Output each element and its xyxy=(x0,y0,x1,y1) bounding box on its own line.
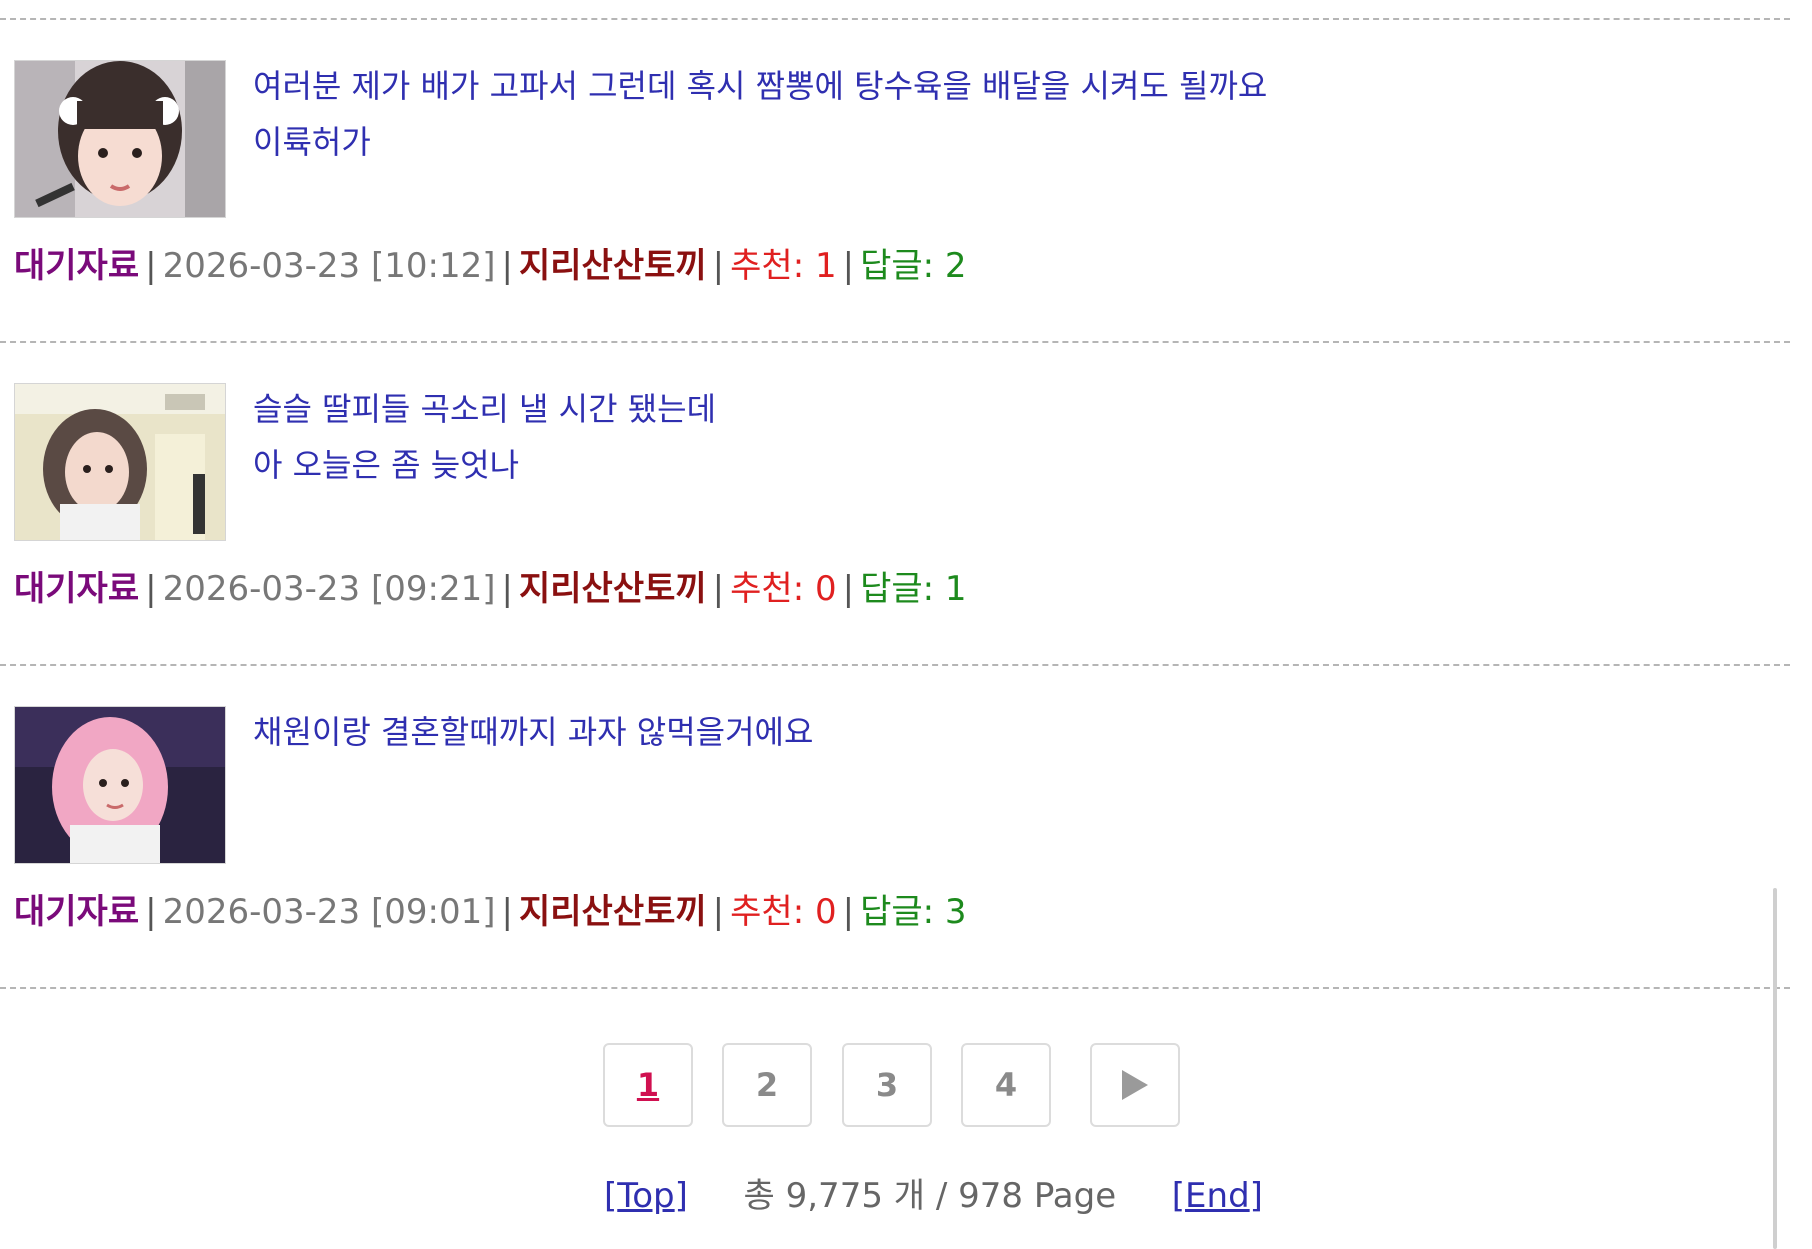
post-thumbnail[interactable] xyxy=(14,60,226,218)
page-button-2[interactable]: 2 xyxy=(722,1043,812,1127)
separator: | xyxy=(501,892,513,932)
post-title-line: 이륙허가 xyxy=(253,123,371,161)
bracket: ] xyxy=(1249,1176,1263,1216)
post-title-link[interactable]: 슬슬 딸피들 곡소리 낼 시간 됐는데 아 오늘은 좀 늦엇나 xyxy=(253,381,1653,493)
post-thumbnail[interactable] xyxy=(14,383,226,541)
recommend-label: 추천: xyxy=(730,569,805,609)
list-item: 여러분 제가 배가 고파서 그런데 혹시 짬뽕에 탕수육을 배달을 시켜도 될까… xyxy=(0,18,1790,341)
play-arrow-icon xyxy=(1122,1070,1148,1100)
recommend-count: 0 xyxy=(814,892,837,932)
separator: | xyxy=(145,569,157,609)
post-date: 2026-03-23 [09:01] xyxy=(162,892,496,932)
post-date: 2026-03-23 [09:21] xyxy=(162,569,496,609)
scrollbar[interactable] xyxy=(1773,888,1777,1249)
post-title-line: 아 오늘은 좀 늦엇나 xyxy=(253,446,520,484)
separator: | xyxy=(712,892,725,932)
bracket: [ xyxy=(604,1176,618,1216)
separator: | xyxy=(501,246,513,286)
page-button-3[interactable]: 3 xyxy=(842,1043,932,1127)
post-title-link[interactable]: 여러분 제가 배가 고파서 그런데 혹시 짬뽕에 탕수육을 배달을 시켜도 될까… xyxy=(253,58,1653,170)
separator: | xyxy=(712,569,725,609)
bracket: ] xyxy=(674,1176,688,1216)
post-meta: 대기자료 | 2026-03-23 [09:01] | 지리산산토끼 | 추천: 0 | 답글:… xyxy=(14,890,967,934)
separator: | xyxy=(145,246,157,286)
post-title-line: 슬슬 딸피들 곡소리 낼 시간 됐는데 xyxy=(253,390,717,428)
divider xyxy=(0,987,1790,989)
recommend-label: 추천: xyxy=(730,892,805,932)
post-title-line: 채원이랑 결혼할때까지 과자 않먹을거에요 xyxy=(253,713,814,751)
reply-count: 3 xyxy=(944,892,967,932)
recommend-count: 1 xyxy=(814,246,837,286)
top-link[interactable]: Top xyxy=(617,1176,674,1216)
post-meta: 대기자료 | 2026-03-23 [09:21] | 지리산산토끼 | 추천: 0 | 답글:… xyxy=(14,567,967,611)
reply-count: 2 xyxy=(944,246,967,286)
separator: | xyxy=(842,892,855,932)
reply-label: 답글: xyxy=(860,569,935,609)
post-date: 2026-03-23 [10:12] xyxy=(162,246,496,286)
category-link[interactable]: 대기자료 xyxy=(14,246,139,286)
category-link[interactable]: 대기자료 xyxy=(14,569,139,609)
author-name[interactable]: 지리산산토끼 xyxy=(519,569,707,609)
post-title-line: 여러분 제가 배가 고파서 그런데 혹시 짬뽕에 탕수육을 배달을 시켜도 될까… xyxy=(253,67,1268,105)
separator: | xyxy=(501,569,513,609)
author-name[interactable]: 지리산산토끼 xyxy=(519,246,707,286)
list-footer: [Top] 총 9,775 개 / 978 Page [End] xyxy=(604,1170,1263,1222)
separator: | xyxy=(842,246,855,286)
bracket: [ xyxy=(1171,1176,1186,1216)
separator: | xyxy=(712,246,725,286)
recommend-label: 추천: xyxy=(730,246,805,286)
reply-label: 답글: xyxy=(860,246,935,286)
category-link[interactable]: 대기자료 xyxy=(14,892,139,932)
post-meta: 대기자료 | 2026-03-23 [10:12] | 지리산산토끼 | 추천: 1 | 답글:… xyxy=(14,244,967,288)
recommend-count: 0 xyxy=(814,569,837,609)
reply-count: 1 xyxy=(944,569,967,609)
list-item: 슬슬 딸피들 곡소리 낼 시간 됐는데 아 오늘은 좀 늦엇나 대기자료 | 202… xyxy=(0,341,1790,664)
list-item: 채원이랑 결혼할때까지 과자 않먹을거에요 대기자료 | 2026-03-23 [0… xyxy=(0,664,1790,987)
post-title-link[interactable]: 채원이랑 결혼할때까지 과자 않먹을거에요 xyxy=(253,704,1653,760)
separator: | xyxy=(145,892,157,932)
page-button-1[interactable]: 1 xyxy=(603,1043,693,1127)
pagination: 1 2 3 4 xyxy=(0,1043,1790,1131)
end-link[interactable]: End xyxy=(1185,1176,1250,1216)
post-thumbnail[interactable] xyxy=(14,706,226,864)
separator: | xyxy=(842,569,855,609)
reply-label: 답글: xyxy=(860,892,935,932)
page-button-4[interactable]: 4 xyxy=(961,1043,1051,1127)
author-name[interactable]: 지리산산토끼 xyxy=(519,892,707,932)
next-page-button[interactable] xyxy=(1090,1043,1180,1127)
total-count: 총 9,775 개 / 978 Page xyxy=(743,1176,1117,1216)
